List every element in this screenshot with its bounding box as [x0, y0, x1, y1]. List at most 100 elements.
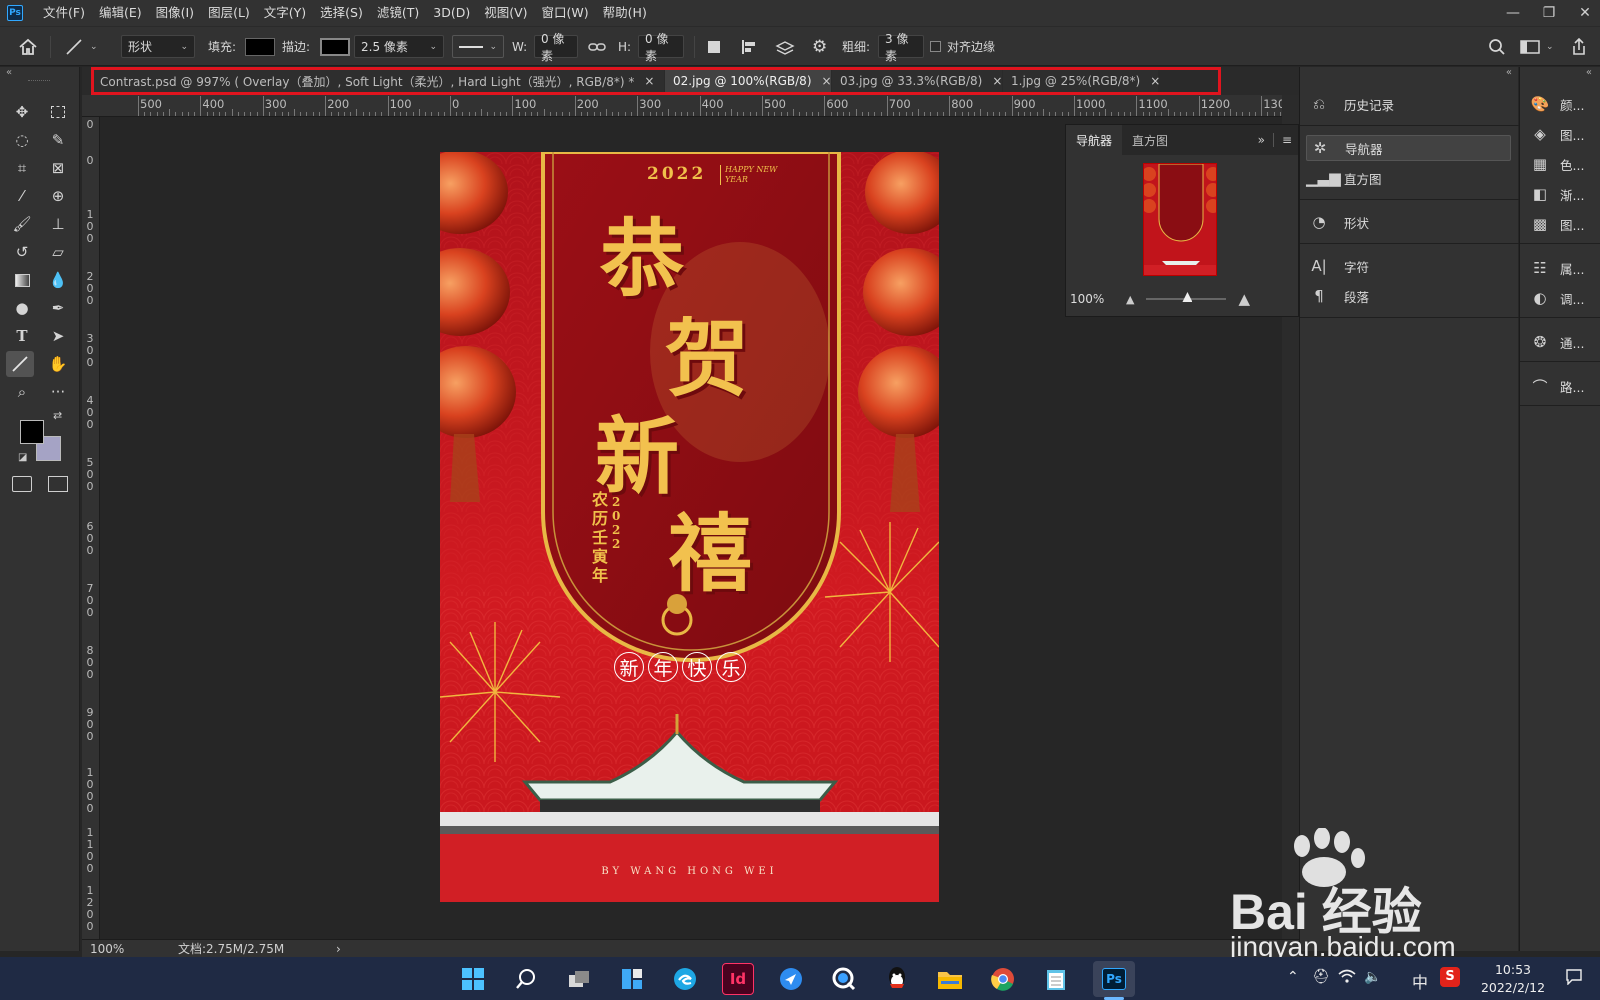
frame-tool-icon[interactable]: ⊠ [44, 155, 72, 181]
widgets-icon[interactable] [616, 963, 648, 995]
wifi-icon[interactable] [1338, 969, 1356, 987]
file-explorer-icon[interactable] [934, 963, 966, 995]
quick-selection-tool-icon[interactable]: ✎ [44, 127, 72, 153]
marquee-tool-icon[interactable] [44, 99, 72, 125]
hand-tool-icon[interactable]: ✋ [44, 351, 72, 377]
tab-histogram[interactable]: 直方图 [1122, 125, 1178, 155]
notepad-icon[interactable] [1040, 963, 1072, 995]
zoom-slider-handle[interactable] [1182, 292, 1193, 302]
panel-swatches[interactable]: ▦ 色... [1526, 151, 1596, 177]
menu-edit[interactable]: 编辑(E) [92, 0, 149, 26]
swap-colors-icon[interactable]: ⇄ [53, 409, 62, 422]
panel-menu-icon[interactable]: ≡ [1282, 133, 1292, 147]
panel-navigator[interactable]: ✲ 导航器 [1306, 135, 1511, 161]
panel-paragraph[interactable]: ¶ 段落 [1306, 283, 1511, 309]
menu-help[interactable]: 帮助(H) [596, 0, 654, 26]
stroke-swatch[interactable] [320, 37, 350, 56]
sogou-input-icon[interactable]: S [1440, 967, 1460, 987]
weight-input[interactable]: 3 像素 [878, 32, 924, 63]
screen-mode-icon[interactable] [48, 476, 68, 492]
close-button[interactable]: ✕ [1570, 0, 1600, 26]
home-icon[interactable] [18, 34, 38, 59]
panel-color[interactable]: 🎨 颜... [1526, 91, 1596, 117]
lasso-tool-icon[interactable]: ◌ [8, 127, 36, 153]
path-selection-tool-icon[interactable]: ➤ [44, 323, 72, 349]
history-brush-tool-icon[interactable]: ↺ [8, 239, 36, 265]
move-tool-icon[interactable]: ✥ [8, 99, 36, 125]
workspace-icon[interactable]: ⌄ [1520, 34, 1554, 59]
panel-patterns[interactable]: ▩ 图... [1526, 211, 1596, 237]
tab-navigator[interactable]: 导航器 [1066, 125, 1123, 155]
pen-tool-icon[interactable]: ✒ [44, 295, 72, 321]
panel-history[interactable]: ⎌ 历史记录 [1306, 91, 1511, 117]
menu-file[interactable]: 文件(F) [36, 0, 92, 26]
search-icon[interactable] [510, 963, 542, 995]
network-status-icon[interactable]: ⛑ [1312, 969, 1330, 985]
stroke-type-select[interactable]: ⌄ [452, 35, 504, 58]
brush-tool-icon[interactable]: 🖌 [8, 211, 36, 237]
menu-view[interactable]: 视图(V) [477, 0, 534, 26]
tool-mode-select[interactable]: 形状 ⌄ [121, 35, 195, 58]
panel-shapes[interactable]: ◔ 形状 [1306, 209, 1511, 235]
panel-character[interactable]: A| 字符 [1306, 253, 1511, 279]
search-icon[interactable] [1488, 34, 1506, 59]
align-edges-checkbox[interactable] [930, 41, 941, 52]
chrome-icon[interactable] [987, 963, 1019, 995]
menu-3d[interactable]: 3D(D) [426, 0, 477, 26]
gear-icon[interactable]: ⚙ [812, 34, 827, 59]
status-arrow-icon[interactable]: › [336, 942, 341, 956]
panel-paths[interactable]: ⌒ 路... [1526, 373, 1596, 399]
line-tool-preset-picker[interactable]: ⌄ [64, 34, 98, 59]
photoshop-taskbar-button[interactable]: Ps [1093, 961, 1135, 997]
blur-tool-icon[interactable]: 💧 [44, 267, 72, 293]
menu-type[interactable]: 文字(Y) [257, 0, 313, 26]
eraser-tool-icon[interactable]: ▱ [44, 239, 72, 265]
crop-tool-icon[interactable]: ⌗ [8, 155, 36, 181]
menu-window[interactable]: 窗口(W) [535, 0, 596, 26]
spot-healing-tool-icon[interactable]: ⊕ [44, 183, 72, 209]
panel-adjustments[interactable]: ◐ 调... [1526, 285, 1596, 311]
menu-image[interactable]: 图像(I) [149, 0, 201, 26]
collapse-dock-icon[interactable]: « [1506, 67, 1512, 78]
edge-browser-icon[interactable] [669, 963, 701, 995]
expand-panel-icon[interactable]: » [1258, 133, 1265, 147]
notification-icon[interactable] [1566, 969, 1582, 989]
width-input[interactable]: 0 像素 [534, 32, 578, 63]
quick-mask-icon[interactable] [12, 476, 32, 492]
eyedropper-tool-icon[interactable]: ⁄ [8, 183, 36, 209]
menu-filter[interactable]: 滤镜(T) [370, 0, 426, 26]
zoom-in-icon[interactable]: ▲ [1238, 290, 1250, 308]
clone-stamp-tool-icon[interactable]: ⊥ [44, 211, 72, 237]
share-icon[interactable] [1570, 34, 1588, 59]
panel-histogram[interactable]: ▁▃▆ 直方图 [1306, 165, 1511, 191]
path-alignment-icon[interactable] [740, 34, 758, 59]
restore-button[interactable]: ❐ [1534, 0, 1564, 26]
panel-layers[interactable]: ◈ 图... [1526, 121, 1596, 147]
zoom-out-icon[interactable]: ▲ [1126, 293, 1134, 306]
panel-channels[interactable]: ❂ 通... [1526, 329, 1596, 355]
panel-properties[interactable]: ☷ 属... [1526, 255, 1596, 281]
browser-q-icon[interactable] [828, 963, 860, 995]
status-zoom[interactable]: 100% [90, 942, 160, 956]
feishu-icon[interactable] [775, 963, 807, 995]
more-tools-icon[interactable]: ··· [44, 379, 72, 405]
link-icon[interactable] [588, 34, 606, 59]
menu-layer[interactable]: 图层(L) [201, 0, 257, 26]
panel-gradients[interactable]: ◧ 渐... [1526, 181, 1596, 207]
zoom-tool-icon[interactable]: ⌕ [8, 379, 36, 405]
qq-icon[interactable] [881, 963, 913, 995]
line-tool-icon[interactable] [6, 351, 34, 377]
windows-start-icon[interactable] [457, 963, 489, 995]
show-hidden-icons[interactable]: ⌃ [1287, 969, 1299, 985]
fill-swatch[interactable] [245, 37, 275, 56]
collapse-dock-icon[interactable]: « [1586, 67, 1592, 78]
gradient-tool-icon[interactable] [8, 267, 36, 293]
stroke-size-input[interactable]: 2.5 像素 ⌄ [354, 35, 444, 58]
minimize-button[interactable]: — [1498, 0, 1528, 26]
navigator-zoom-slider[interactable] [1146, 292, 1227, 302]
task-view-icon[interactable] [563, 963, 595, 995]
path-operations-icon[interactable] [706, 34, 722, 59]
document-image[interactable]: 2022 HAPPY NEW YEAR 恭 贺 新 禧 农历壬寅年 2022 新… [440, 152, 939, 902]
ime-indicator[interactable]: 中 [1412, 969, 1428, 993]
path-arrangement-icon[interactable] [774, 34, 796, 59]
